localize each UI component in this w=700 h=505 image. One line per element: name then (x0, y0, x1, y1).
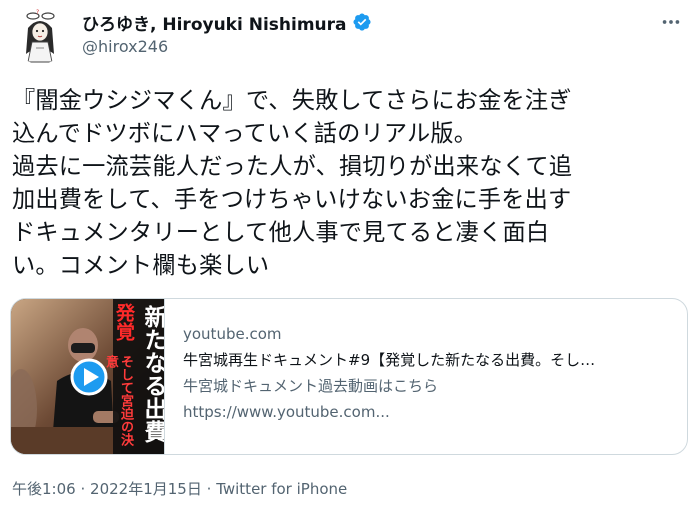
card-domain: youtube.com (183, 325, 282, 343)
card-text: youtube.com 牛宮城再生ドキュメント#9【発覚した新たなる出費。そし…… (165, 299, 687, 454)
thumbnail-caption-big-2: 新たなる出費 (140, 305, 165, 443)
tweet-text-line: 過去に一流芸能人だった人が、損切りが出来なくて追 (12, 153, 573, 180)
card-title: 牛宮城再生ドキュメント#9【発覚した新たなる出費。そし… (183, 351, 596, 369)
tweet-time[interactable]: 午後1:06 (12, 480, 76, 498)
tweet: ? ひろゆき, Hiroyuki Nishimura @hirox246 『闇金… (0, 0, 700, 505)
thumbnail-caption-big-1: 発覚 (113, 303, 135, 341)
avatar[interactable]: ? (12, 8, 68, 64)
link-preview-card[interactable]: 発覚 新たなる出費 そして宮迫の決意 youtube.com 牛宮城再生ドキュメ… (10, 298, 688, 455)
avatar-illustration-icon: ? (12, 8, 68, 64)
author-header: ひろゆき, Hiroyuki Nishimura @hirox246 (82, 10, 372, 56)
tweet-text-line: 加出費をして、手をつけちゃいけないお金に手を出す (12, 186, 572, 213)
tweet-text-line: 込んでドツボにハマっていく話のリアル版。 (12, 120, 478, 147)
tweet-text: 『闇金ウシジマくん』で、失敗してさらにお金を注ぎ 込んでドツボにハマっていく話の… (12, 84, 692, 282)
handle[interactable]: @hirox246 (82, 37, 372, 56)
tweet-text-line: い。コメント欄も楽しい (12, 252, 270, 279)
meta-separator: · (206, 480, 212, 498)
video-thumbnail[interactable]: 発覚 新たなる出費 そして宮迫の決意 (11, 299, 165, 454)
tweet-text-line: 『闇金ウシジマくん』で、失敗してさらにお金を注ぎ (12, 87, 572, 114)
more-options-icon[interactable] (656, 10, 686, 34)
tweet-meta: 午後1:06 · 2022年1月15日 · Twitter for iPhone (12, 478, 347, 499)
tweet-text-line: ドキュメンタリーとして他人事で見てると凄く面白 (12, 219, 550, 246)
tweet-source[interactable]: Twitter for iPhone (216, 480, 347, 498)
thumbnail-caption-sub: そして宮迫の決意 (103, 355, 133, 446)
card-url: https://www.youtube.com... (183, 403, 390, 421)
verified-badge-icon (352, 12, 372, 32)
tweet-date[interactable]: 2022年1月15日 (90, 480, 202, 498)
name-row: ひろゆき, Hiroyuki Nishimura (82, 10, 372, 35)
meta-separator: · (80, 480, 86, 498)
svg-text:?: ? (36, 9, 39, 16)
display-name[interactable]: ひろゆき, Hiroyuki Nishimura (82, 10, 347, 35)
card-description: 牛宮城ドキュメント過去動画はこちら (183, 377, 439, 395)
